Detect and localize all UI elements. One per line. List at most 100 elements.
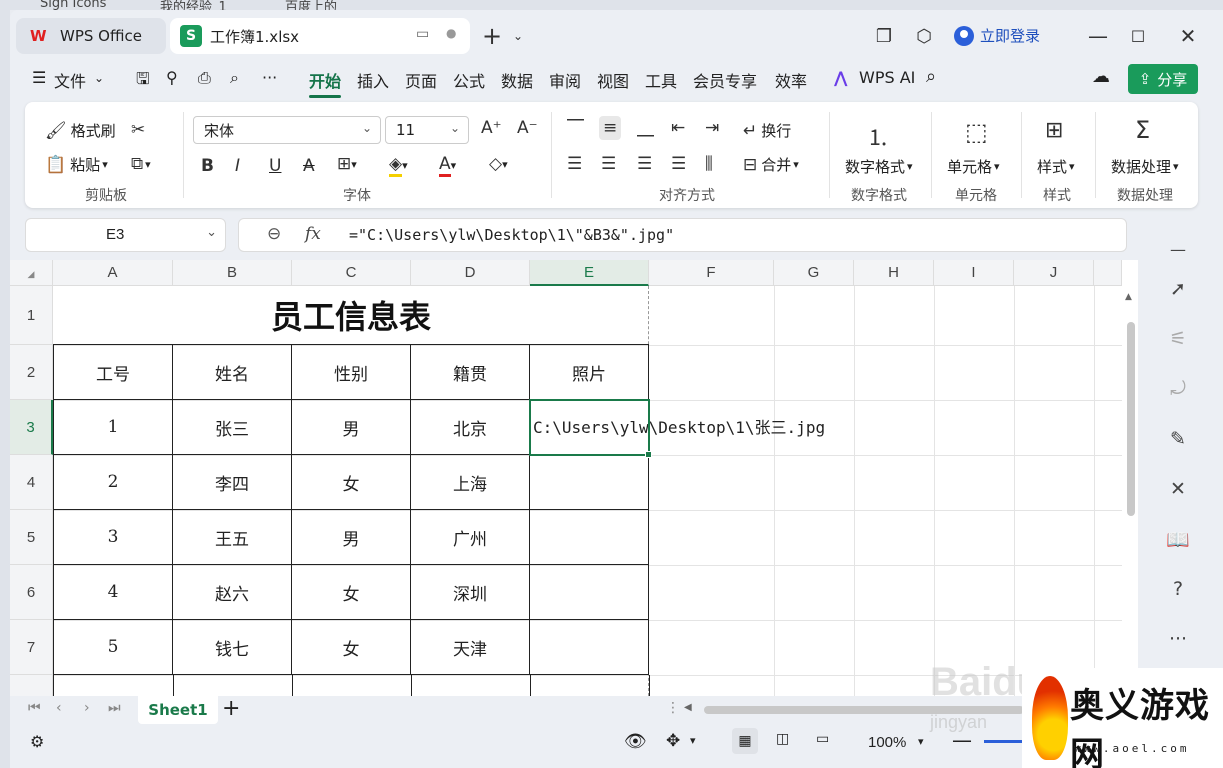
file-chevron-icon[interactable]: ⌄ (94, 71, 104, 85)
scroll-divider-icon[interactable]: ⋮ (666, 700, 680, 716)
eye-icon[interactable]: 👁 (624, 731, 647, 752)
decrease-indent-button[interactable]: ⇤ (671, 118, 685, 138)
table-cell[interactable]: 5 (53, 620, 173, 675)
table-cell[interactable]: 女 (292, 455, 411, 510)
sheet-title-cell[interactable]: 员工信息表 (53, 286, 649, 345)
menu-wps-ai[interactable]: WPS AI (859, 68, 915, 87)
copy-button[interactable]: ⧉ ▾ (131, 154, 151, 174)
active-cell-selection[interactable] (529, 399, 652, 458)
column-header-e[interactable]: E (530, 260, 649, 286)
row-header-8[interactable] (10, 675, 53, 696)
page-view-icon[interactable]: ◫ (776, 731, 789, 747)
close-icon[interactable]: ✕ (1176, 24, 1200, 48)
next-sheet-icon[interactable]: › (84, 700, 90, 716)
menu-page[interactable]: 页面 (405, 68, 437, 92)
table-cell[interactable]: 王五 (173, 510, 292, 565)
font-size-select[interactable]: 11 ⌄ (385, 116, 469, 144)
table-cell[interactable]: 天津 (411, 620, 530, 675)
style-button[interactable]: 样式 ▾ (1037, 156, 1075, 177)
select-all-corner[interactable]: ◢ (10, 260, 53, 286)
scroll-up-icon[interactable]: ▲ (1125, 292, 1132, 302)
decrease-font-button[interactable]: A⁻ (517, 118, 538, 138)
book-search-icon[interactable]: 📖 (1165, 526, 1191, 552)
align-bottom-button[interactable]: ⎽ (637, 118, 654, 138)
bold-button[interactable]: B (201, 156, 214, 176)
table-cell[interactable]: 1 (53, 400, 173, 455)
table-cell[interactable]: 张三 (173, 400, 292, 455)
menu-view[interactable]: 视图 (597, 68, 629, 92)
more-icon[interactable]: ··· (262, 68, 277, 87)
border-button[interactable]: ⊞ ▾ (337, 154, 357, 174)
menu-data[interactable]: 数据 (501, 68, 533, 92)
minimize-icon[interactable]: — (1086, 24, 1110, 48)
table-cell[interactable]: 4 (53, 565, 173, 620)
scroll-left-icon[interactable]: ◀ (684, 702, 692, 713)
name-box[interactable]: E3 ⌄ (25, 218, 226, 252)
row-header-7[interactable]: 7 (10, 620, 53, 675)
login-button[interactable]: 立即登录 (954, 25, 1040, 46)
link-icon[interactable]: ⚲ (166, 68, 178, 87)
menu-member[interactable]: 会员专享 (693, 68, 757, 92)
data-processing-large-icon[interactable]: Σ (1135, 116, 1150, 144)
menu-file[interactable]: 文件 (54, 68, 86, 92)
table-cell[interactable]: 李四 (173, 455, 292, 510)
chevron-down-icon[interactable]: ⌄ (206, 225, 217, 240)
document-tab[interactable]: S 工作簿1.xlsx ▭ ● (170, 18, 470, 54)
sheet-tab-sheet1[interactable]: Sheet1 (138, 696, 218, 724)
chevron-down-icon[interactable]: ⌄ (506, 24, 530, 48)
sliders-icon[interactable]: ⚟ (1165, 326, 1191, 352)
window-layout-icon[interactable]: ❐ (872, 24, 896, 48)
align-right-button[interactable]: ☰ (637, 154, 652, 174)
number-format-button[interactable]: 数字格式 ▾ (845, 156, 913, 177)
image-edit-icon[interactable]: ✎ (1165, 426, 1191, 452)
table-cell[interactable]: 男 (292, 510, 411, 565)
header-cell[interactable]: 工号 (53, 345, 173, 400)
row-header-3[interactable]: 3 (10, 400, 53, 455)
table-cell[interactable]: 北京 (411, 400, 530, 455)
cut-button[interactable]: ✂ (131, 120, 145, 140)
print-preview-icon[interactable]: ⌕ (230, 68, 239, 88)
table-cell[interactable]: 3 (53, 510, 173, 565)
menu-tools[interactable]: 工具 (645, 68, 677, 92)
prev-sheet-icon[interactable]: ‹ (56, 700, 62, 716)
strikethrough-button[interactable]: A (303, 156, 315, 176)
tools-icon[interactable]: ✕ (1165, 476, 1191, 502)
new-tab-plus-icon[interactable]: + (480, 22, 504, 50)
zoom-formula-icon[interactable]: ⊖ (267, 224, 281, 244)
justify-button[interactable]: ☰ (671, 154, 686, 174)
table-cell[interactable]: 广州 (411, 510, 530, 565)
cell-button[interactable]: 单元格 ▾ (947, 156, 1000, 177)
vertical-scroll-thumb[interactable] (1127, 322, 1135, 516)
header-cell[interactable]: 姓名 (173, 345, 292, 400)
column-header-a[interactable]: A (53, 260, 173, 286)
last-sheet-icon[interactable]: ⏭ (108, 700, 121, 716)
row-header-4[interactable]: 4 (10, 455, 53, 510)
row-header-1[interactable]: 1 (10, 286, 53, 345)
cell-large-icon[interactable]: ⬚ (965, 118, 988, 146)
table-cell[interactable]: 女 (292, 565, 411, 620)
font-color-button[interactable]: A ▾ (439, 154, 456, 177)
clear-format-button[interactable]: ◇ ▾ (489, 154, 508, 174)
increase-indent-button[interactable]: ⇥ (705, 118, 719, 138)
data-processing-button[interactable]: 数据处理 ▾ (1111, 156, 1179, 177)
table-cell[interactable]: 钱七 (173, 620, 292, 675)
italic-button[interactable]: I (235, 156, 240, 176)
font-name-select[interactable]: 宋体 ⌄ (193, 116, 381, 144)
menu-insert[interactable]: 插入 (357, 68, 389, 92)
cube-icon[interactable]: ⬡ (912, 24, 936, 48)
header-cell[interactable]: 照片 (530, 345, 649, 400)
header-cell[interactable]: 性别 (292, 345, 411, 400)
normal-view-icon[interactable]: ▦ (732, 728, 758, 754)
distribute-button[interactable]: ⫼ (705, 154, 713, 174)
underline-button[interactable]: U (269, 156, 281, 176)
menu-home[interactable]: 开始 (309, 68, 342, 98)
header-cell[interactable]: 籍贯 (411, 345, 530, 400)
column-header-h[interactable]: H (854, 260, 934, 286)
column-header-d[interactable]: D (411, 260, 530, 286)
monitor-icon[interactable]: ▭ (416, 26, 429, 42)
table-cell[interactable]: 上海 (411, 455, 530, 510)
column-header-i[interactable]: I (934, 260, 1014, 286)
transform-icon[interactable]: ⤾ (1165, 376, 1191, 402)
chevron-down-icon[interactable]: ▾ (918, 735, 924, 748)
column-header-k[interactable] (1094, 260, 1122, 286)
